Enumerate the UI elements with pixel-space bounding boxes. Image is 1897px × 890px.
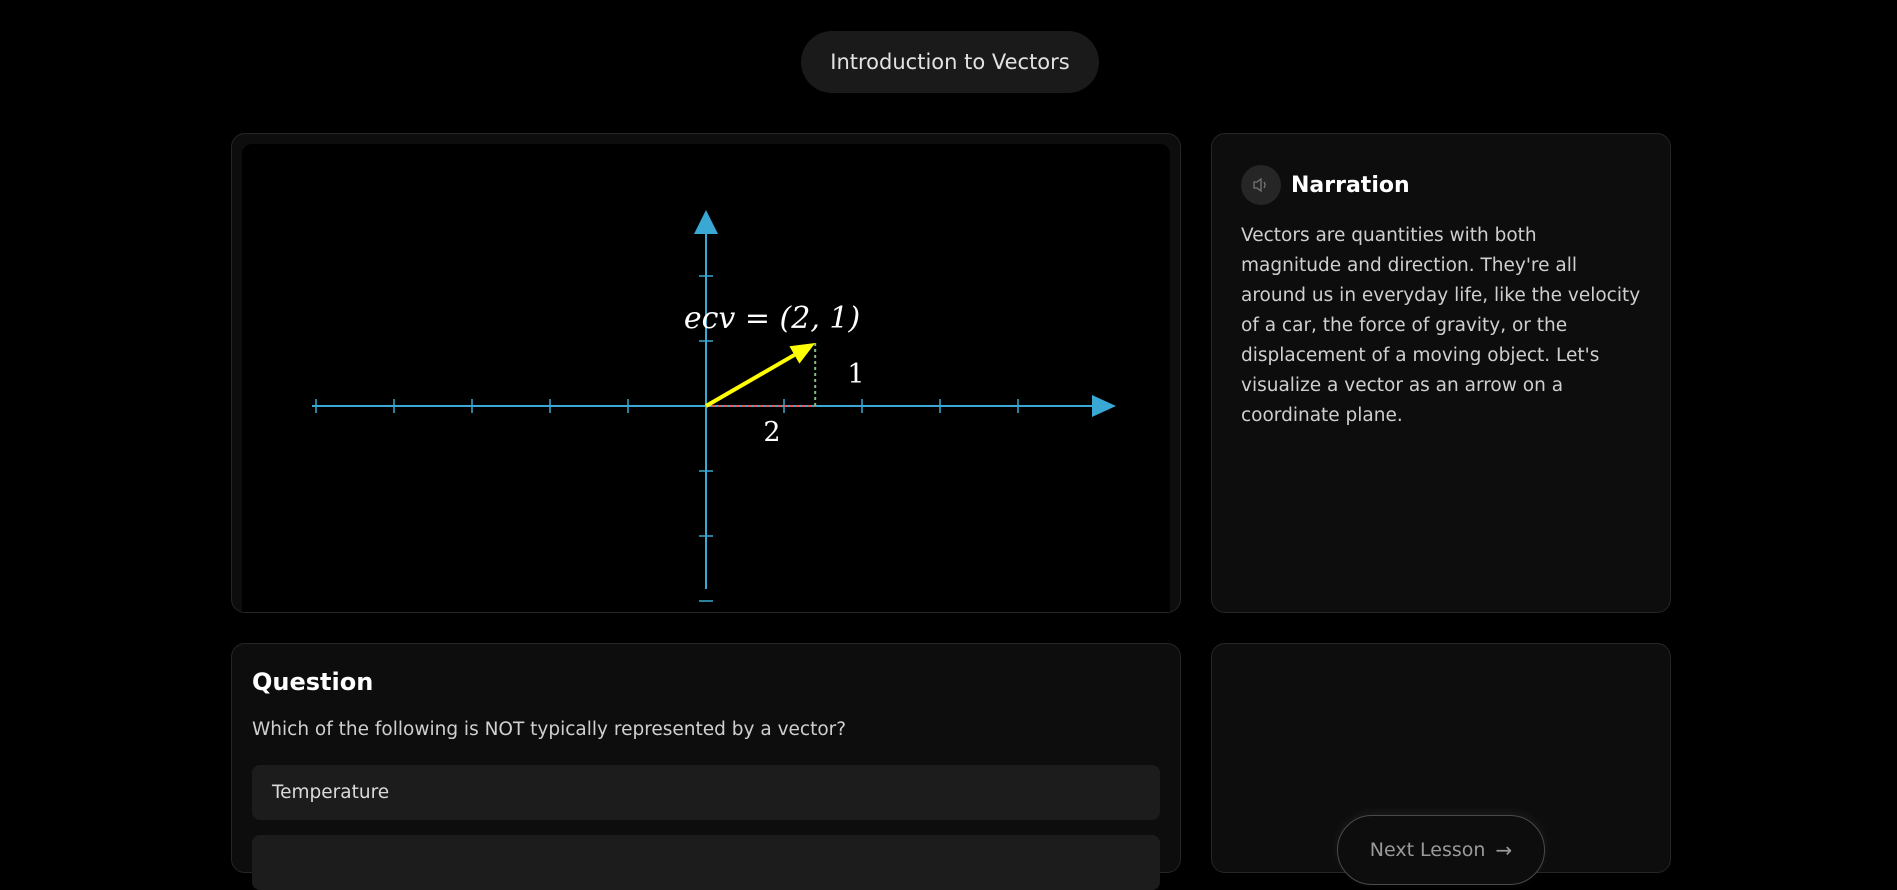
vector-arrow — [704, 353, 796, 408]
question-title: Question — [252, 668, 374, 696]
vector-arrowhead — [789, 342, 816, 364]
narration-header: Narration — [1241, 165, 1410, 205]
next-panel: Next Lesson → — [1211, 643, 1671, 885]
arrow-right-icon: → — [1495, 838, 1513, 862]
y-component-label: 1 — [847, 359, 864, 390]
question-text: Which of the following is NOT typically … — [252, 719, 847, 740]
speaker-icon[interactable] — [1241, 165, 1281, 205]
vector-equation: ecv = (2, 1) — [684, 301, 860, 336]
lesson-title: Introduction to Vectors — [801, 31, 1099, 93]
next-lesson-button[interactable]: Next Lesson → — [1337, 815, 1545, 885]
x-axis-arrowhead — [1092, 395, 1116, 417]
answer-option[interactable] — [252, 835, 1160, 890]
question-panel: Question Which of the following is NOT t… — [231, 643, 1181, 890]
y-axis-arrowhead — [694, 210, 718, 234]
x-component-label: 2 — [763, 417, 780, 448]
animation-panel: ecv = (2, 1) 2 1 — [231, 133, 1181, 613]
answer-option[interactable]: Temperature — [252, 765, 1160, 820]
coordinate-plane: ecv = (2, 1) 2 1 — [312, 210, 1116, 602]
animation-canvas: ecv = (2, 1) 2 1 — [242, 144, 1170, 612]
narration-title: Narration — [1291, 172, 1410, 198]
narration-text: Vectors are quantities with both magnitu… — [1241, 225, 1641, 426]
narration-panel: Narration Vectors are quantities with bo… — [1211, 133, 1671, 613]
next-lesson-label: Next Lesson — [1369, 839, 1486, 861]
